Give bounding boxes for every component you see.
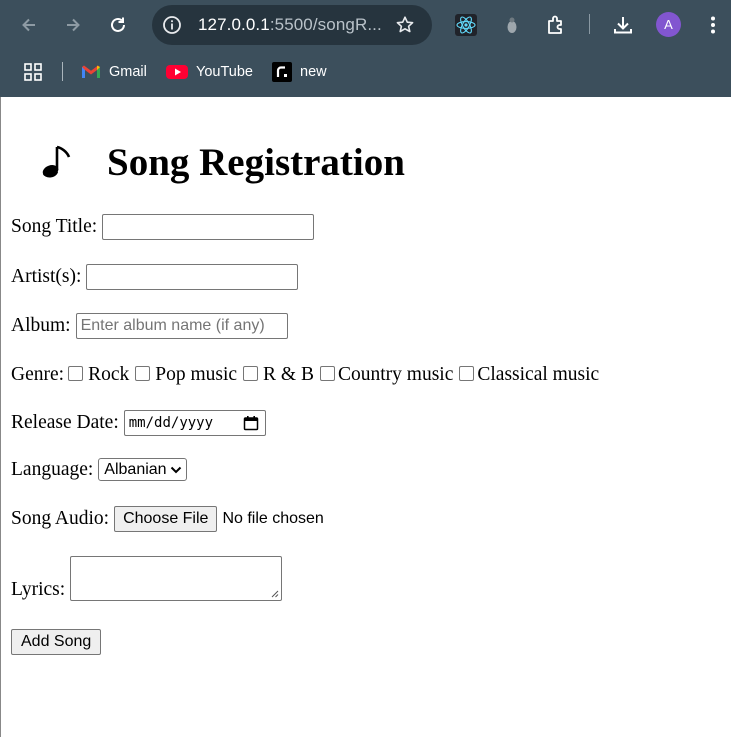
resize-grip-icon[interactable] bbox=[269, 588, 279, 598]
music-note-icon bbox=[41, 142, 77, 182]
bookmark-label: Gmail bbox=[109, 64, 147, 80]
genre-option-label: Pop music bbox=[155, 364, 238, 385]
genre-option-pop: Pop music bbox=[129, 364, 237, 386]
bookmark-label: new bbox=[300, 64, 327, 80]
artists-input[interactable] bbox=[86, 264, 299, 290]
genre-option-rnb: R & B bbox=[237, 364, 314, 386]
address-url[interactable]: 127.0.0.1:5500/songR... bbox=[198, 15, 382, 35]
genre-option-country: Country music bbox=[314, 364, 453, 386]
window-border bbox=[0, 97, 1, 737]
site-info-icon[interactable] bbox=[161, 14, 183, 36]
release-date-label: Release Date: bbox=[11, 412, 119, 433]
genre-option-rock: Rock bbox=[64, 364, 129, 386]
genre-checkbox[interactable] bbox=[319, 365, 335, 381]
genre-checkbox[interactable] bbox=[243, 365, 259, 381]
reload-icon bbox=[111, 17, 125, 32]
release-date-input[interactable]: mm/dd/yyyy bbox=[123, 410, 266, 436]
album-input[interactable] bbox=[75, 313, 288, 339]
extensions-puzzle-icon[interactable] bbox=[543, 11, 571, 39]
calendar-icon[interactable] bbox=[243, 415, 259, 431]
bookmark-label: YouTube bbox=[196, 64, 253, 80]
language-selected-value: Albanian bbox=[104, 460, 167, 478]
forward-button[interactable] bbox=[56, 8, 90, 42]
gmail-icon bbox=[82, 65, 100, 78]
reload-button[interactable] bbox=[101, 8, 135, 42]
page-heading: Song Registration bbox=[41, 137, 405, 187]
lyrics-textarea[interactable] bbox=[70, 556, 283, 601]
genre-checkbox[interactable] bbox=[68, 365, 84, 381]
back-button[interactable] bbox=[12, 8, 46, 42]
browser-menu-icon[interactable] bbox=[699, 11, 727, 39]
browser-toolbar: 127.0.0.1:5500/songR... A Gmail YouTube bbox=[0, 0, 731, 97]
chevron-down-icon bbox=[170, 466, 181, 473]
lyrics-label: Lyrics: bbox=[11, 579, 66, 600]
choose-file-button[interactable]: Choose File bbox=[114, 506, 218, 532]
song-audio-row: Song Audio: Choose File No file chosen bbox=[11, 506, 324, 532]
address-bar[interactable]: 127.0.0.1:5500/songR... bbox=[152, 5, 432, 45]
genre-option-label: R & B bbox=[263, 364, 314, 385]
bookmark-youtube[interactable]: YouTube bbox=[166, 61, 253, 83]
release-date-row: Release Date: mm/dd/yyyy bbox=[11, 410, 266, 436]
url-path: :5500/songR... bbox=[269, 15, 382, 34]
submit-row: Add Song bbox=[11, 629, 102, 655]
genre-option-label: Country music bbox=[337, 364, 454, 385]
song-title-row: Song Title: bbox=[11, 214, 315, 240]
bookmark-star-icon[interactable] bbox=[394, 14, 416, 36]
youtube-icon bbox=[166, 65, 188, 79]
genre-label: Genre: bbox=[11, 364, 65, 385]
genre-checkbox[interactable] bbox=[459, 365, 475, 381]
song-title-input[interactable] bbox=[102, 214, 315, 240]
extension-icon[interactable] bbox=[498, 11, 526, 39]
genre-option-label: Classical music bbox=[477, 364, 600, 385]
bookmarks-separator bbox=[62, 62, 63, 81]
genre-option-label: Rock bbox=[88, 364, 130, 385]
date-placeholder: mm/dd/yyyy bbox=[128, 415, 214, 431]
genre-row: Genre: Rock Pop music R & B Country musi… bbox=[11, 364, 599, 386]
page-title: Song Registration bbox=[107, 140, 405, 184]
lyrics-row: Lyrics: bbox=[11, 556, 283, 601]
file-status-text: No file chosen bbox=[222, 510, 324, 527]
artists-label: Artist(s): bbox=[11, 266, 82, 287]
genre-checkbox[interactable] bbox=[135, 365, 151, 381]
toolbar-separator bbox=[589, 14, 590, 34]
genre-option-classical: Classical music bbox=[453, 364, 599, 386]
artists-row: Artist(s): bbox=[11, 264, 299, 290]
react-devtools-extension-icon[interactable] bbox=[452, 11, 480, 39]
song-title-label: Song Title: bbox=[11, 216, 98, 237]
album-row: Album: bbox=[11, 313, 288, 339]
forward-arrow-icon bbox=[67, 18, 80, 32]
apps-grid-icon[interactable] bbox=[23, 61, 43, 83]
language-row: Language: Albanian bbox=[11, 458, 187, 481]
url-host: 127.0.0.1 bbox=[198, 15, 270, 34]
language-label: Language: bbox=[11, 458, 94, 480]
profile-avatar[interactable]: A bbox=[656, 12, 681, 37]
bookmark-new[interactable]: new bbox=[272, 61, 327, 83]
song-audio-label: Song Audio: bbox=[11, 508, 110, 529]
bookmarks-bar: Gmail YouTube new bbox=[0, 56, 731, 88]
album-label: Album: bbox=[11, 315, 71, 336]
back-arrow-icon bbox=[22, 18, 35, 32]
downloads-icon[interactable] bbox=[609, 11, 637, 39]
language-select[interactable]: Albanian bbox=[98, 458, 187, 481]
add-song-button[interactable]: Add Song bbox=[11, 629, 102, 655]
bookmark-gmail[interactable]: Gmail bbox=[81, 61, 147, 83]
new-bookmark-icon bbox=[272, 62, 292, 82]
